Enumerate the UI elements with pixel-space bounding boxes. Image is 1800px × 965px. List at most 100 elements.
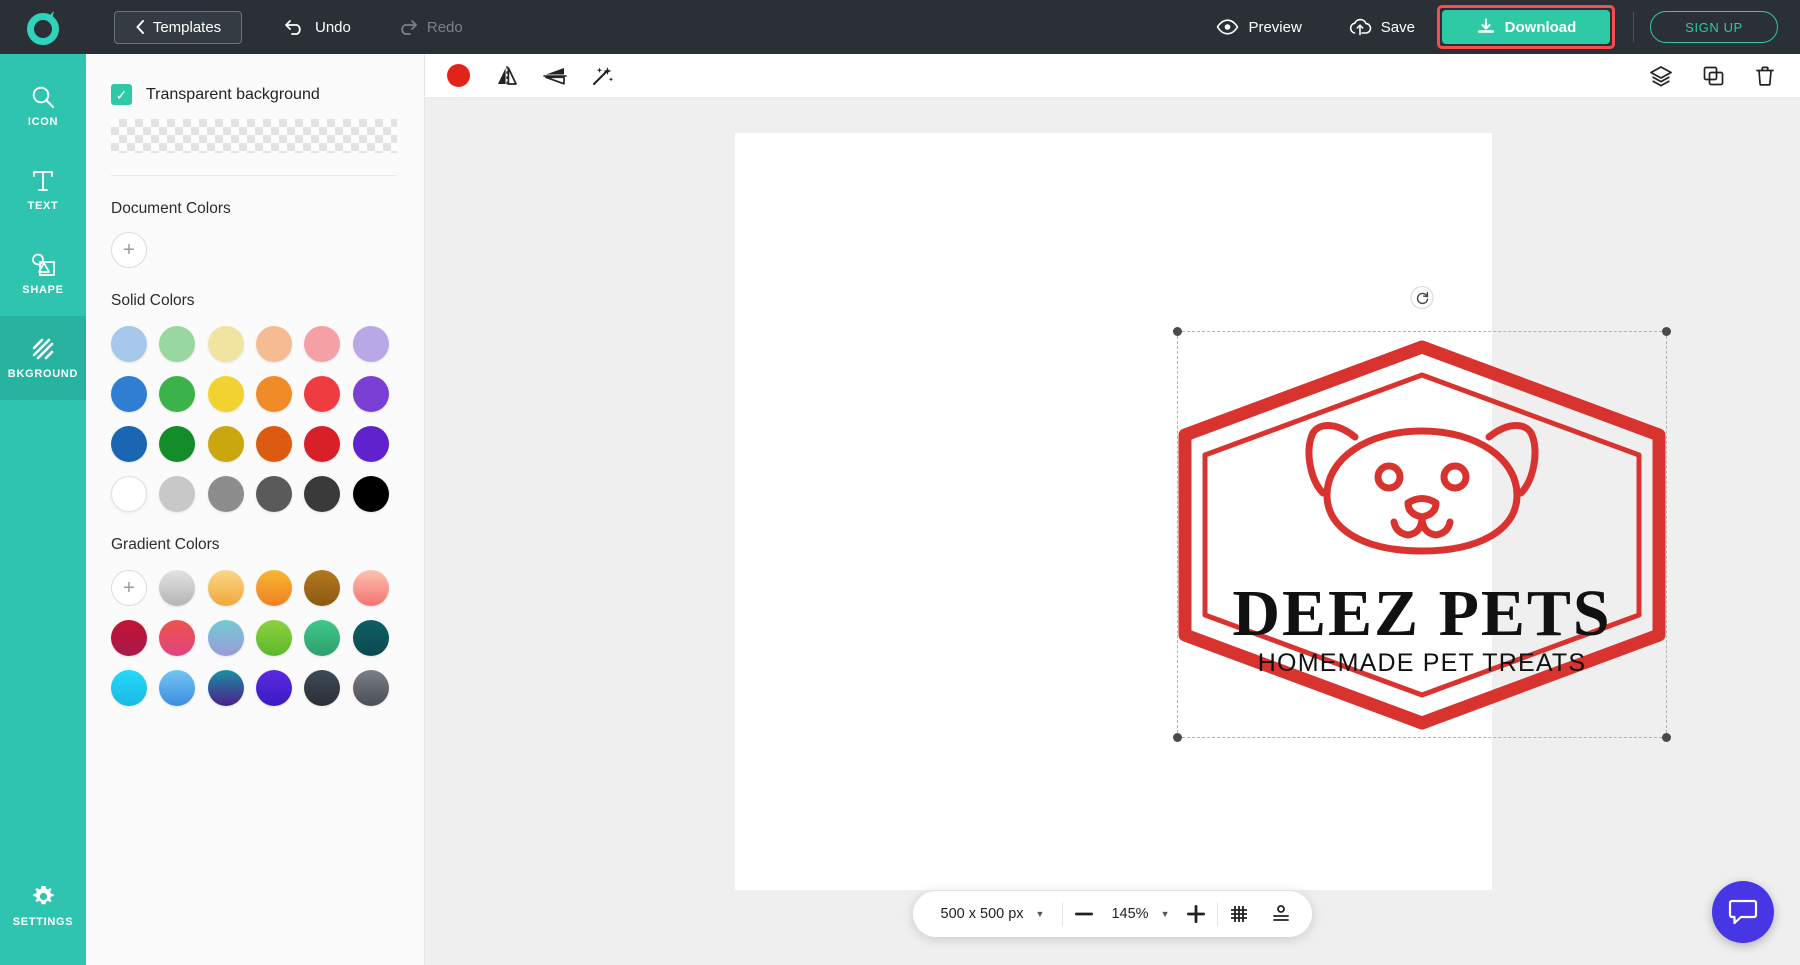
gradient-color-swatch[interactable]: [159, 620, 195, 656]
solid-color-swatch[interactable]: [256, 376, 292, 412]
solid-color-swatch[interactable]: [159, 326, 195, 362]
solid-color-swatch[interactable]: [111, 426, 147, 462]
sidebar-item-bkground-label: BKGROUND: [8, 368, 78, 380]
gradient-color-swatch[interactable]: [111, 670, 147, 706]
gradient-colors-grid: +: [111, 570, 401, 706]
solid-color-swatch[interactable]: [256, 326, 292, 362]
sidebar-item-text[interactable]: TEXT: [0, 148, 86, 232]
save-label: Save: [1381, 19, 1415, 36]
flip-vertical-button[interactable]: [542, 63, 568, 89]
save-button[interactable]: Save: [1348, 17, 1415, 37]
solid-color-swatch[interactable]: [353, 426, 389, 462]
sidebar-item-settings[interactable]: SETTINGS: [0, 863, 86, 947]
duplicate-button[interactable]: [1700, 63, 1726, 89]
gradient-color-swatch[interactable]: [208, 670, 244, 706]
rotate-handle-icon[interactable]: [1411, 286, 1434, 309]
gradient-color-swatch[interactable]: [256, 670, 292, 706]
solid-color-swatch[interactable]: [159, 476, 195, 512]
plus-icon: +: [123, 577, 135, 600]
solid-color-swatch[interactable]: [304, 426, 340, 462]
sidebar-item-settings-label: SETTINGS: [13, 916, 74, 928]
solid-color-swatch[interactable]: [304, 326, 340, 362]
undo-label: Undo: [315, 19, 351, 36]
solid-color-swatch[interactable]: [353, 376, 389, 412]
canvas-bottom-bar: 500 x 500 px ▼ 145% ▼: [913, 891, 1313, 937]
solid-color-swatch[interactable]: [304, 376, 340, 412]
zoom-in-button[interactable]: [1175, 893, 1217, 935]
solid-color-swatch[interactable]: [208, 426, 244, 462]
solid-color-swatch[interactable]: [208, 326, 244, 362]
solid-color-swatch[interactable]: [256, 426, 292, 462]
solid-colors-title: Solid Colors: [111, 292, 399, 310]
solid-color-swatch[interactable]: [159, 426, 195, 462]
gradient-color-swatch[interactable]: [353, 670, 389, 706]
add-gradient-color-button[interactable]: +: [111, 570, 147, 606]
layers-icon: [1649, 65, 1673, 87]
gradient-color-swatch[interactable]: [208, 570, 244, 606]
templates-button[interactable]: Templates: [114, 11, 242, 44]
gradient-color-swatch[interactable]: [159, 570, 195, 606]
gradient-colors-title: Gradient Colors: [111, 536, 399, 554]
solid-color-swatch[interactable]: [256, 476, 292, 512]
app-logo[interactable]: [0, 0, 86, 54]
gradient-color-swatch[interactable]: [159, 670, 195, 706]
gradient-color-swatch[interactable]: [208, 620, 244, 656]
transparency-preview: [111, 119, 397, 153]
minus-icon: [1075, 912, 1093, 916]
logo-tagline: HOMEMADE PET TREATS: [1258, 649, 1586, 677]
solid-color-swatch[interactable]: [111, 476, 147, 512]
diagonal-stripes-icon: [30, 336, 56, 362]
grid-icon: [1229, 904, 1249, 924]
solid-color-swatch[interactable]: [111, 326, 147, 362]
document-size-selector[interactable]: 500 x 500 px ▼: [923, 906, 1063, 922]
gradient-color-swatch[interactable]: [353, 570, 389, 606]
preview-button[interactable]: Preview: [1216, 19, 1301, 36]
gradient-color-swatch[interactable]: [304, 670, 340, 706]
gradient-color-swatch[interactable]: [256, 570, 292, 606]
solid-color-swatch[interactable]: [159, 376, 195, 412]
flip-horizontal-button[interactable]: [494, 63, 520, 89]
logo-artwork[interactable]: DEEZ PETS HOMEMADE PET TREATS: [1177, 335, 1667, 735]
layers-button[interactable]: [1648, 63, 1674, 89]
chat-support-button[interactable]: [1712, 881, 1774, 943]
toggle-grid-button[interactable]: [1218, 893, 1260, 935]
background-panel: ✓ Transparent background Document Colors…: [86, 54, 425, 965]
zoom-out-button[interactable]: [1063, 893, 1105, 935]
artboard[interactable]: DEEZ PETS HOMEMADE PET TREATS: [735, 133, 1492, 890]
fill-color-swatch[interactable]: [447, 64, 470, 87]
panel-divider: [111, 175, 397, 176]
solid-color-swatch[interactable]: [353, 476, 389, 512]
toggle-snap-button[interactable]: [1260, 893, 1302, 935]
transparent-background-label: Transparent background: [146, 86, 320, 104]
redo-button[interactable]: Redo: [396, 18, 463, 36]
undo-button[interactable]: Undo: [284, 18, 351, 36]
gradient-color-swatch[interactable]: [111, 620, 147, 656]
signup-button[interactable]: SIGN UP: [1650, 11, 1778, 43]
download-button[interactable]: Download: [1442, 10, 1610, 44]
solid-color-swatch[interactable]: [208, 476, 244, 512]
sidebar-item-shape[interactable]: SHAPE: [0, 232, 86, 316]
canvas-stage[interactable]: DEEZ PETS HOMEMADE PET TREATS 500 x 500 …: [425, 98, 1800, 965]
solid-color-swatch[interactable]: [111, 376, 147, 412]
delete-button[interactable]: [1752, 63, 1778, 89]
solid-color-swatch[interactable]: [208, 376, 244, 412]
solid-color-swatch[interactable]: [304, 476, 340, 512]
magic-wand-icon: [591, 65, 615, 87]
solid-color-swatch[interactable]: [353, 326, 389, 362]
gradient-color-swatch[interactable]: [304, 570, 340, 606]
sidebar-item-icon[interactable]: ICON: [0, 64, 86, 148]
gradient-color-swatch[interactable]: [353, 620, 389, 656]
gradient-color-swatch[interactable]: [256, 620, 292, 656]
selection-box[interactable]: DEEZ PETS HOMEMADE PET TREATS: [1177, 331, 1667, 738]
gradient-color-swatch[interactable]: [304, 620, 340, 656]
document-colors-list: +: [111, 232, 399, 268]
effects-button[interactable]: [590, 63, 616, 89]
text-t-icon: [30, 168, 56, 194]
transparent-background-toggle[interactable]: ✓ Transparent background: [111, 84, 399, 105]
redo-arrow-icon: [396, 18, 418, 36]
sidebar-item-bkground[interactable]: BKGROUND: [0, 316, 86, 400]
templates-label: Templates: [153, 19, 221, 36]
zoom-level-selector[interactable]: 145% ▼: [1105, 906, 1175, 922]
add-document-color-button[interactable]: +: [111, 232, 147, 268]
app-root: Templates Undo Redo Preview: [0, 0, 1800, 965]
